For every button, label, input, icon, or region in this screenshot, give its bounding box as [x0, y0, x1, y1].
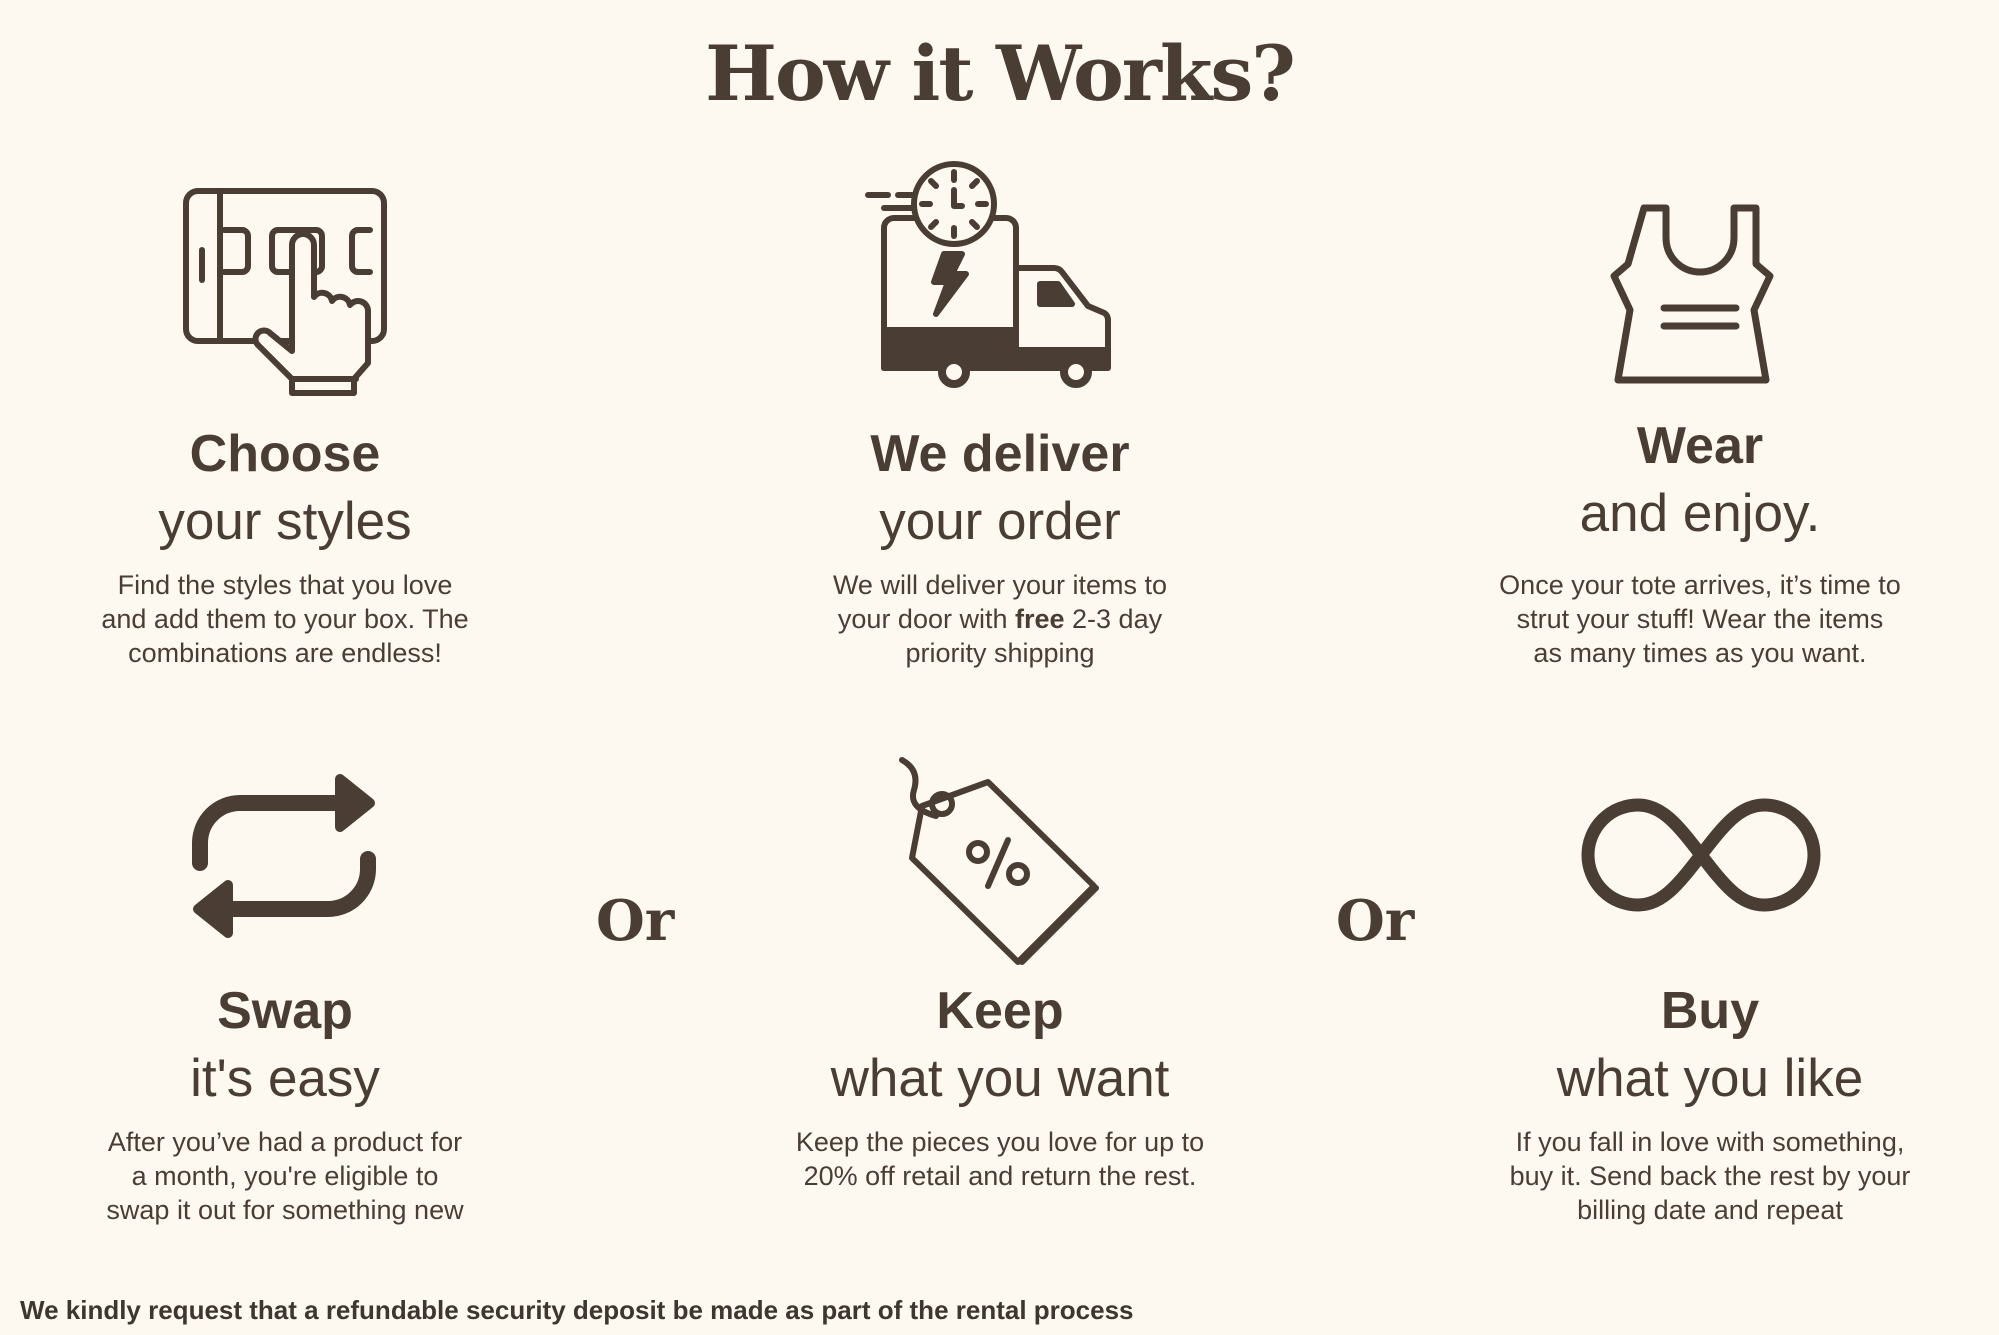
step-deliver: We deliver your order We will deliver yo… [720, 420, 1280, 670]
step-wear: Wear and enjoy. Once your tote arrives, … [1420, 412, 1980, 670]
step-title: Keep [936, 982, 1064, 1040]
step-subtitle: your styles [158, 492, 412, 551]
step-buy: Buy what you like If you fall in love wi… [1430, 977, 1990, 1227]
step-description: We will deliver your items to your door … [832, 570, 1168, 668]
step-subtitle: it's easy [190, 1049, 380, 1108]
or-separator: Or [1336, 888, 1415, 954]
step-title: Buy [1660, 982, 1760, 1040]
delivery-truck-clock-icon [862, 160, 1132, 390]
step-title: Choose [189, 425, 381, 483]
tank-top-icon [1610, 200, 1788, 390]
step-description: After you’ve had a product for a month, … [106, 1127, 464, 1225]
step-keep: Keep what you want Keep the pieces you l… [720, 977, 1280, 1193]
swap-arrows-icon [190, 773, 380, 948]
step-title: Swap [217, 982, 353, 1040]
deposit-note: We kindly request that a refundable secu… [20, 1295, 1134, 1325]
or-separator: Or [596, 888, 675, 954]
price-tag-percent-icon [892, 756, 1112, 966]
free-emphasis: free [1015, 604, 1065, 634]
step-subtitle: what you want [830, 1049, 1170, 1108]
step-title: We deliver [870, 425, 1130, 483]
step-subtitle: your order [879, 492, 1121, 551]
step-subtitle: and enjoy. [1579, 484, 1821, 543]
step-description: Find the styles that you love and add th… [101, 570, 469, 668]
step-description: If you fall in love with something, buy … [1509, 1127, 1911, 1225]
tablet-tap-icon [180, 185, 390, 396]
step-description: Keep the pieces you love for up to 20% o… [795, 1127, 1205, 1191]
step-description: Once your tote arrives, it’s time to str… [1499, 570, 1901, 668]
step-swap: Swap it's easy After you’ve had a produc… [5, 977, 565, 1227]
step-subtitle: what you like [1556, 1049, 1864, 1108]
infinity-icon [1578, 795, 1824, 915]
step-choose: Choose your styles Find the styles that … [5, 420, 565, 670]
page-title: How it Works? [705, 29, 1296, 118]
step-title: Wear [1636, 417, 1764, 475]
